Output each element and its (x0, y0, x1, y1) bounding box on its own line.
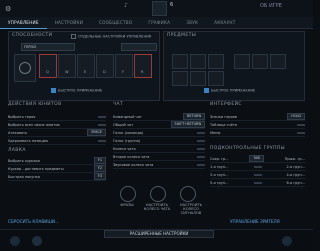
list-item[interactable]: Командный чат RETURN (113, 113, 205, 121)
tab-community[interactable]: СООБЩЕСТВО (91, 17, 140, 28)
list-item[interactable]: 1-я груп... 2-я груп... (210, 163, 305, 171)
target-icon (19, 62, 31, 74)
ability-slot-2[interactable]: W (58, 54, 76, 78)
hero-select[interactable]: ГЕРОЙ (21, 43, 75, 51)
tab-sound[interactable]: ЗВУК (178, 17, 206, 28)
abilities-quick-cast-toggle[interactable]: БЫСТРОЕ ПРИМЕНЕНИЕ (51, 88, 102, 93)
tab-controls[interactable]: УПРАВЛЕНИЕ (0, 17, 47, 29)
list-item[interactable]: Меню (210, 129, 305, 137)
control-groups-section: ПОДКОНТРОЛЬНЫЕ ГРУППЫ Сохр. гр... TAB Прыж… (210, 146, 305, 187)
ability-slot-1[interactable]: Q (39, 54, 57, 78)
list-item[interactable]: Выбрать героя (8, 113, 106, 121)
chat-wheel-icon[interactable] (120, 186, 136, 202)
shop-title: ЛАВКА (8, 148, 26, 153)
advanced-settings-button[interactable]: РАСШИРЕННЫЕ НАСТРОЙКИ (104, 230, 214, 238)
hero-portrait (14, 54, 36, 82)
items-panel: ПРЕДМЕТЫ БЫСТРОЕ ПРИМЕНЕНИЕ (163, 31, 305, 101)
list-item[interactable]: Голос (команда) (113, 129, 205, 137)
list-item[interactable]: 3-я груп... 4-я груп... (210, 171, 305, 179)
interface-section: ИНТЕРФЕЙС Значки героев HOLD Таблица счёт… (210, 102, 305, 137)
list-item[interactable]: Атаковать SPACE (8, 129, 106, 137)
abilities-panel: СПОСОБНОСТИ ОТДЕЛЬНЫЕ НАСТРОЙКИ УПРАВЛЕН… (8, 31, 160, 101)
items-quick-cast-toggle[interactable]: БЫСТРОЕ ПРИМЕНЕНИЕ (204, 88, 255, 93)
list-item[interactable]: Голос (группа) (113, 137, 205, 145)
list-item[interactable]: Удерживать позицию (8, 137, 106, 145)
item-slot-8[interactable] (252, 54, 268, 69)
item-slot-5[interactable] (190, 71, 206, 86)
item-slot-3[interactable] (208, 54, 224, 69)
list-item[interactable]: Курьер - доставить предметы F2 (8, 165, 106, 173)
gear-icon[interactable]: ⚙ (5, 5, 13, 13)
control-groups-title: ПОДКОНТРОЛЬНЫЕ ГРУППЫ (210, 146, 286, 151)
abilities-title: СПОСОБНОСТИ (12, 33, 53, 38)
chat-title: ЧАТ (113, 102, 124, 107)
ability-slot-4[interactable]: D (96, 54, 114, 78)
about-link[interactable]: ОБ ИГРЕ (260, 3, 300, 12)
hero-icon[interactable] (10, 236, 20, 246)
list-item[interactable]: Второе колесо чата (113, 153, 205, 161)
bottom-bar: РАСШИРЕННЫЕ НАСТРОЙКИ (0, 229, 313, 251)
list-item[interactable]: Значки героев HOLD (210, 113, 305, 121)
tab-settings[interactable]: НАСТРОЙКИ (47, 17, 91, 28)
interface-title: ИНТЕРФЕЙС (210, 102, 242, 107)
signal-wheel-setup-button[interactable]: НАСТРОИТЬ КОЛЕСО СИГНАЛОВ (174, 203, 208, 215)
shop-list: Выбрать курьера F1 Курьер - доставить пре… (8, 157, 106, 181)
interface-list: Значки героев HOLD Таблица счёта Меню (210, 113, 305, 137)
chat-wheel-icon[interactable] (150, 186, 166, 202)
avatar[interactable] (152, 1, 167, 16)
signal-wheel-icon[interactable] (180, 186, 196, 202)
unit-actions-section: ДЕЙСТВИЯ ЮНИТОВ Выбрать героя Выбрать вс… (8, 102, 106, 145)
top-bar: ⚙ ♪ 6 ОБ ИГРЕ (0, 0, 313, 18)
list-item[interactable]: Таблица счёта (210, 121, 305, 129)
items-title: ПРЕДМЕТЫ (167, 33, 197, 38)
item-slot-4[interactable] (172, 71, 188, 86)
tab-graphics[interactable]: ГРАФИКА (140, 17, 178, 28)
reset-abilities-button[interactable] (121, 43, 157, 51)
hero-icon[interactable] (32, 236, 42, 246)
list-item[interactable]: Быстрая покупка F3 (8, 173, 106, 181)
bell-icon[interactable]: ♪ (124, 2, 132, 10)
checkbox-icon[interactable] (71, 34, 76, 39)
checkbox-icon[interactable] (204, 88, 209, 93)
unit-actions-list: Выбрать героя Выбрать всех своих юнитов … (8, 113, 106, 145)
chat-list: Командный чат RETURN Общий чат SHIFT+RETUR… (113, 113, 205, 169)
item-slot-7[interactable] (234, 54, 250, 69)
list-item[interactable]: Выбрать курьера F1 (8, 157, 106, 165)
chat-wheel-setup-button[interactable]: НАСТРОИТЬ КОЛЕСО ЧАТА (140, 203, 174, 211)
level-badge: 6 (170, 2, 174, 8)
item-slot-1[interactable] (172, 54, 188, 69)
unit-actions-title: ДЕЙСТВИЯ ЮНИТОВ (8, 102, 62, 107)
list-item[interactable]: Колесо чата (113, 145, 205, 153)
control-groups-list: Сохр. гр... TAB Прыж. гр... 1-я груп... 2-я… (210, 155, 305, 187)
list-item[interactable]: Выбрать всех своих юнитов (8, 121, 106, 129)
list-item[interactable]: 5-я груп... 6-я груп... (210, 179, 305, 187)
tab-account[interactable]: АККАУНТ (206, 17, 243, 28)
list-item[interactable]: Звуковое колесо чата (113, 161, 205, 169)
chat-section: ЧАТ Командный чат RETURN Общий чат SHIFT+R… (113, 102, 205, 169)
item-slot-2[interactable] (190, 54, 206, 69)
settings-tabs: УПРАВЛЕНИЕ НАСТРОЙКИ СООБЩЕСТВО ГРАФИКА … (0, 17, 313, 29)
checkbox-icon[interactable] (51, 88, 56, 93)
spectator-controls-link[interactable]: УПРАВЛЕНИЕ ЗРИТЕЛЯ (230, 219, 280, 224)
ability-slot-6[interactable]: R (134, 54, 152, 78)
hero-icon[interactable] (282, 236, 292, 246)
list-item[interactable]: Общий чат SHIFT+RETURN (113, 121, 205, 129)
reset-keys-link[interactable]: СБРОСИТЬ КЛАВИШИ... (8, 219, 59, 224)
ability-slot-3[interactable]: E (77, 54, 95, 78)
separate-settings-checkbox[interactable]: ОТДЕЛЬНЫЕ НАСТРОЙКИ УПРАВЛЕНИЯ (71, 34, 151, 39)
phrases-button[interactable]: ФРАЗЫ (116, 203, 138, 207)
shop-section: ЛАВКА Выбрать курьера F1 Курьер - достави… (8, 148, 106, 181)
list-item[interactable]: Сохр. гр... TAB Прыж. гр... (210, 155, 305, 163)
ability-slot-5[interactable]: F (115, 54, 133, 78)
item-slot-6[interactable] (208, 71, 224, 86)
item-slot-9[interactable] (270, 54, 286, 69)
